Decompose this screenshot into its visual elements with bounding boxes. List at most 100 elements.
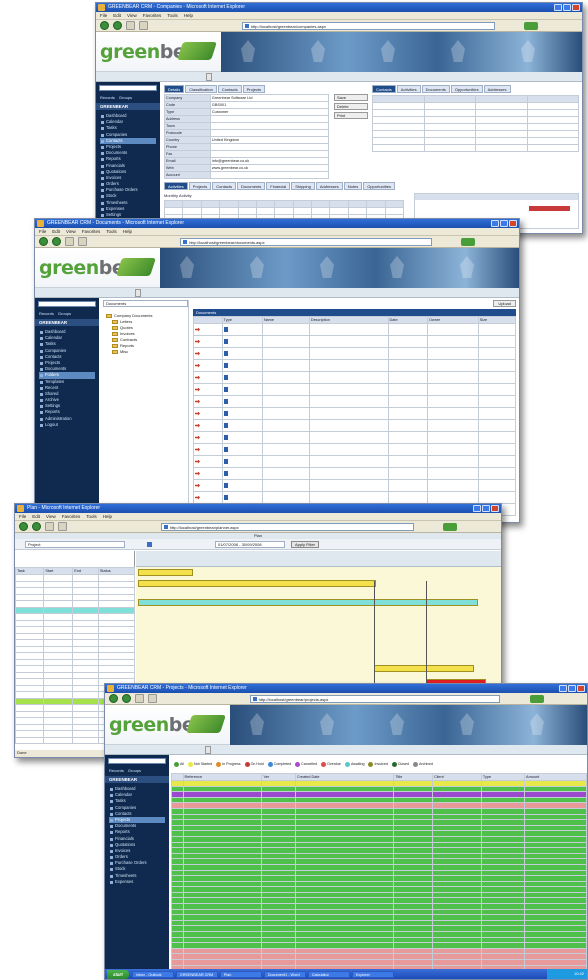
delete-button[interactable]: Delete [334, 103, 368, 110]
row-action[interactable] [193, 407, 223, 420]
row-action[interactable] [193, 491, 223, 504]
column-header[interactable]: Owner [427, 316, 479, 324]
apply-filter-button[interactable]: Apply Filter [291, 541, 320, 548]
column-header[interactable]: Date [387, 316, 429, 324]
table-row[interactable] [193, 479, 517, 492]
column-header[interactable]: Size [477, 316, 517, 324]
row-action[interactable] [193, 359, 223, 372]
table-row[interactable] [193, 455, 517, 468]
table-row[interactable] [193, 323, 517, 336]
maximize-button[interactable] [500, 220, 508, 227]
folder-item-misc[interactable]: Misc [106, 349, 188, 355]
field-value-type[interactable]: Customer [209, 108, 330, 116]
start-button[interactable]: start [107, 969, 129, 979]
close-button[interactable] [572, 4, 580, 11]
upload-button[interactable]: Upload [493, 300, 516, 307]
tab-notes[interactable]: Notes [343, 182, 363, 190]
table-row[interactable] [193, 419, 517, 432]
field-value-company[interactable]: Greenbear Software Ltd [209, 94, 330, 102]
address-bar[interactable]: http://localhost/greenbear/planner.aspx [160, 523, 414, 531]
menu-view[interactable]: View [127, 12, 137, 19]
field-value-country[interactable]: United Kingdom [209, 136, 330, 144]
taskbar-item-inbox-outlook[interactable]: Inbox - Outlook [131, 970, 174, 978]
menu-tools[interactable]: Tools [106, 228, 117, 235]
nav-pill[interactable] [206, 73, 212, 81]
arrow-icon[interactable] [195, 447, 200, 452]
menu-edit[interactable]: Edit [113, 12, 121, 19]
maximize-button[interactable] [482, 505, 490, 512]
arrow-icon[interactable] [195, 339, 200, 344]
menu-favorites[interactable]: Favorites [143, 12, 162, 19]
minimize-button[interactable] [554, 4, 562, 11]
tab-details[interactable]: Details [164, 85, 185, 93]
gantt-bar[interactable] [138, 569, 193, 576]
table-row[interactable] [193, 467, 517, 480]
refresh-icon[interactable] [139, 21, 148, 30]
stop-icon[interactable] [65, 237, 74, 246]
field-value-fax[interactable] [209, 150, 330, 158]
sidebar-search-input[interactable] [99, 85, 157, 91]
go-button[interactable] [443, 523, 458, 531]
field-value-account[interactable] [209, 171, 330, 179]
menu-help[interactable]: Help [103, 513, 112, 520]
table-row[interactable] [193, 443, 517, 456]
menu-favorites[interactable]: Favorites [62, 513, 81, 520]
field-value-postcode[interactable] [209, 129, 330, 137]
forward-button[interactable] [32, 522, 41, 531]
taskbar-item-document1-word[interactable]: Document1 - Word [263, 970, 306, 978]
table-row[interactable] [372, 109, 579, 117]
legend-item-in-progress[interactable]: In Progress [216, 758, 241, 770]
taskbar-item-calculator[interactable]: Calculator [307, 970, 350, 978]
row-action[interactable] [193, 419, 223, 432]
row-action[interactable] [193, 431, 223, 444]
go-button[interactable] [529, 695, 544, 703]
row-action[interactable] [193, 323, 223, 336]
field-value-phone[interactable] [209, 143, 330, 151]
close-button[interactable] [491, 505, 499, 512]
nav-pill[interactable] [135, 289, 141, 297]
minimize-button[interactable] [491, 220, 499, 227]
stop-icon[interactable] [45, 522, 54, 531]
tab-documents[interactable]: Documents [237, 182, 266, 190]
legend-item-not-started[interactable]: Not Started [188, 758, 212, 770]
table-row[interactable] [193, 395, 517, 408]
close-button[interactable] [509, 220, 517, 227]
row-action[interactable] [193, 479, 223, 492]
arrow-icon[interactable] [195, 327, 200, 332]
stop-icon[interactable] [126, 21, 135, 30]
legend-item-closed[interactable]: Closed [391, 758, 409, 770]
gantt-bar[interactable] [374, 665, 474, 672]
table-row[interactable] [372, 130, 579, 138]
table-row[interactable] [193, 359, 517, 372]
column-header[interactable]: Client [431, 773, 482, 781]
column-header[interactable]: Type [221, 316, 263, 324]
maximize-button[interactable] [568, 685, 576, 692]
arrow-icon[interactable] [195, 483, 200, 488]
table-row[interactable] [372, 144, 579, 152]
address-bar[interactable]: http://localhost/greenbear/documents.asp… [180, 238, 432, 246]
table-row[interactable] [193, 371, 517, 384]
menu-view[interactable]: View [46, 513, 56, 520]
legend-item-awaiting[interactable]: Awaiting [344, 758, 364, 770]
back-button[interactable] [19, 522, 28, 531]
legend-item-overdue[interactable]: Overdue [321, 758, 341, 770]
menu-view[interactable]: View [66, 228, 76, 235]
menu-file[interactable]: File [100, 12, 107, 19]
nav-pill[interactable] [205, 746, 211, 754]
table-row[interactable] [372, 102, 579, 110]
date-range-field[interactable]: 01/07/2008 - 30/09/2008 [215, 541, 285, 548]
table-row[interactable] [193, 335, 517, 348]
sidebar-item-expenses[interactable]: Expenses [109, 879, 165, 885]
row-action[interactable] [193, 335, 223, 348]
field-value-address[interactable] [209, 115, 330, 123]
radio-groups[interactable]: Groups [58, 311, 71, 316]
address-bar[interactable]: http://localhost/greenbear/companies.asp… [241, 22, 495, 30]
menu-edit[interactable]: Edit [32, 513, 40, 520]
arrow-icon[interactable] [195, 495, 200, 500]
legend-item-invoiced[interactable]: Invoiced [368, 758, 388, 770]
menu-help[interactable]: Help [123, 228, 132, 235]
table-row[interactable] [193, 407, 517, 420]
go-button[interactable] [524, 22, 539, 30]
legend-item-on-hold[interactable]: On Hold [244, 758, 264, 770]
table-row[interactable] [193, 347, 517, 360]
